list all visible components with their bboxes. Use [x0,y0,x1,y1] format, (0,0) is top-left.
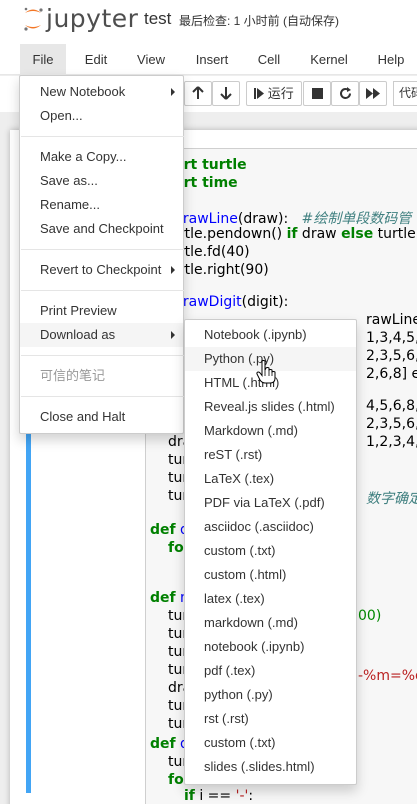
menu-save-as[interactable]: Save as... [20,169,183,193]
submenu-arrow-icon [171,331,175,339]
jupyter-window: jupyter test 最后检查: 1 小时前 (自动保存) File Edi… [0,0,417,804]
submenu-arrow-icon [171,266,175,274]
fast-forward-icon [366,88,380,99]
code-line: -%m=%d [358,668,417,684]
arrow-down-icon [220,87,232,100]
download-option[interactable]: LaTeX (.tex) [185,467,356,491]
menu-divider [21,136,184,137]
menu-view[interactable]: View [128,44,174,75]
menu-item-label: Revert to Checkpoint [40,262,162,277]
download-option[interactable]: slides (.slides.html) [185,755,356,779]
menu-item-label: New Notebook [40,84,126,99]
download-option[interactable]: notebook (.ipynb) [185,635,356,659]
menu-new-notebook[interactable]: New Notebook [20,80,183,104]
menu-item-label: Save as... [40,173,98,188]
arrow-up-icon [192,86,204,99]
move-down-button[interactable] [212,81,240,106]
menu-revert-checkpoint[interactable]: Revert to Checkpoint [20,258,183,282]
menu-item-label: Save and Checkpoint [40,221,164,236]
menu-close-halt[interactable]: Close and Halt [20,405,183,429]
download-option[interactable]: custom (.txt) [185,539,356,563]
stop-icon [311,88,323,99]
download-option[interactable]: rst (.rst) [185,707,356,731]
download-option[interactable]: custom (.html) [185,563,356,587]
download-option[interactable]: Notebook (.ipynb) [185,323,356,347]
save-status: 最后检查: 1 小时前 (自动保存) [179,14,340,28]
menu-rename[interactable]: Rename... [20,193,183,217]
menubar: File Edit View Insert Cell Kernel Help [0,44,417,75]
menu-divider [21,249,184,250]
code-line: rawLine(True) if digit in [2,3,4,5,6,8,9 [366,312,417,328]
menu-save-checkpoint[interactable]: Save and Checkpoint [20,217,183,241]
code-line: urtle.pendown() if draw else turtle.pe [170,226,417,242]
move-up-button[interactable] [184,81,212,106]
code-line: 00) [358,608,382,624]
jupyter-logo-icon [24,7,43,31]
menu-divider [21,290,184,291]
file-menu-dropdown: New Notebook Open... Make a Copy... Save… [19,75,184,434]
interrupt-button[interactable] [303,81,331,106]
hand-pointer-icon [256,360,276,384]
code-line: 2,3,5,6,7,8 [366,416,417,432]
download-option[interactable]: latex (.tex) [185,587,356,611]
menu-cell[interactable]: Cell [248,44,290,75]
code-line: urtle.right(90) [170,262,269,278]
download-option[interactable]: python (.py) [185,683,356,707]
menu-help[interactable]: Help [368,44,414,75]
logo-text: jupyter [46,4,139,33]
menu-item-label: Close and Halt [40,409,126,424]
submenu-arrow-icon [171,88,175,96]
download-option[interactable]: PDF via LaTeX (.pdf) [185,491,356,515]
menu-print-preview[interactable]: Print Preview [20,299,183,323]
cell-type-select[interactable]: 代码 [393,81,417,106]
code-line: 2,3,5,6,8,9 [366,348,417,364]
menu-file[interactable]: File [20,44,66,75]
code-line: 2,6,8] else [366,366,417,382]
download-option[interactable]: Reveal.js slides (.html) [185,395,356,419]
code-line: drawLine(draw): #绘制单段数码管 [174,211,412,227]
code-line: 1,2,3,4,7,8 [366,434,417,450]
menu-item-label: Make a Copy... [40,149,127,164]
menu-divider [21,355,184,356]
menu-item-label: Print Preview [40,303,117,318]
menu-item-label: Rename... [40,197,100,212]
restart-run-all-button[interactable] [359,81,387,106]
menu-open[interactable]: Open... [20,104,183,128]
menu-kernel[interactable]: Kernel [300,44,358,75]
code-line: ort turtle [174,157,247,173]
menu-make-copy[interactable]: Make a Copy... [20,145,183,169]
step-forward-icon [254,88,265,99]
download-option[interactable]: pdf (.tex) [185,659,356,683]
download-option[interactable]: asciidoc (.asciidoc) [185,515,356,539]
header: jupyter test 最后检查: 1 小时前 (自动保存) [0,0,417,44]
download-option[interactable]: markdown (.md) [185,611,356,635]
menu-item-label: Open... [40,108,83,123]
code-line: drawDigit(digit): [174,294,289,310]
download-submenu: Notebook (.ipynb) Python (.py) HTML (.ht… [184,319,357,785]
download-option[interactable]: Markdown (.md) [185,419,356,443]
code-line: 4,5,6,8,9] [366,398,417,414]
refresh-icon [339,87,351,99]
run-button[interactable]: 运行 [246,81,302,106]
menu-divider [21,396,184,397]
restart-button[interactable] [331,81,359,106]
run-label: 运行 [267,86,294,101]
download-option[interactable]: custom (.txt) [185,731,356,755]
code-line: 1,3,4,5,6,7 [366,330,417,346]
menu-item-label: Download as [40,327,116,342]
menu-insert[interactable]: Insert [186,44,238,75]
menu-download-as[interactable]: Download as [20,323,183,347]
menu-item-label: 可信的笔记 [40,368,106,383]
notebook-name[interactable]: test [144,9,171,29]
jupyter-logo[interactable]: jupyter [22,4,142,33]
menu-edit[interactable]: Edit [72,44,120,75]
menu-trusted-notebook: 可信的笔记 [20,364,183,388]
download-option[interactable]: reST (.rst) [185,443,356,467]
code-line: 数字确定( [366,491,417,507]
code-line: if i == '-': [184,788,254,804]
